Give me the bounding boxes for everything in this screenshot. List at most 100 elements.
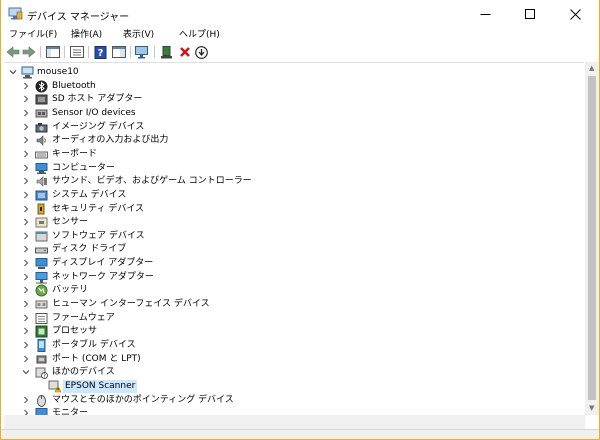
menu-action[interactable]: 操作(A) bbox=[71, 29, 102, 41]
minimize-icon bbox=[480, 13, 491, 15]
chevron-right-icon[interactable] bbox=[22, 300, 30, 308]
tree-category[interactable]: ポート (COM と LPT) bbox=[4, 353, 584, 366]
red-x-icon bbox=[179, 47, 190, 57]
back-button[interactable] bbox=[5, 45, 20, 59]
tree-category[interactable]: キーボード bbox=[4, 148, 584, 161]
chevron-right-icon[interactable] bbox=[22, 341, 30, 349]
tree-category[interactable]: ディスプレイ アダプター bbox=[4, 257, 584, 270]
toolbar-separator bbox=[64, 46, 65, 58]
keyboard-icon bbox=[35, 148, 48, 161]
unknown-device-icon: ? bbox=[35, 366, 48, 380]
tree-category[interactable]: イメージング デバイス bbox=[4, 121, 584, 134]
menu-view[interactable]: 表示(V) bbox=[123, 29, 154, 41]
title-bar: デバイス マネージャー bbox=[1, 0, 599, 28]
sensor-io-icon bbox=[35, 107, 48, 120]
chevron-right-icon[interactable] bbox=[22, 314, 30, 322]
chevron-right-icon[interactable] bbox=[22, 273, 30, 281]
chevron-down-icon[interactable] bbox=[22, 368, 30, 376]
vertical-scrollbar[interactable]: ▲ ▼ bbox=[585, 62, 599, 415]
download-driver-button[interactable] bbox=[194, 45, 209, 59]
bluetooth-icon bbox=[35, 80, 48, 93]
chevron-right-icon[interactable] bbox=[22, 95, 30, 103]
tree-root[interactable]: mouse10 bbox=[4, 66, 584, 79]
action-pane-button[interactable] bbox=[111, 45, 126, 59]
toolbar-separator bbox=[40, 46, 41, 58]
chevron-right-icon[interactable] bbox=[22, 164, 30, 172]
tree-category[interactable]: Bluetooth bbox=[4, 80, 584, 93]
tree-category[interactable]: ? ほかのデバイス bbox=[4, 366, 584, 380]
properties-button[interactable] bbox=[69, 45, 84, 59]
chevron-right-icon[interactable] bbox=[22, 136, 30, 144]
tree-category-label: サウンド、ビデオ、およびゲーム コントローラー bbox=[52, 176, 252, 187]
menu-file[interactable]: ファイル(F) bbox=[9, 29, 57, 41]
chevron-right-icon[interactable] bbox=[22, 286, 30, 294]
chevron-right-icon[interactable] bbox=[22, 109, 30, 117]
action-pane-icon bbox=[111, 46, 126, 58]
chevron-right-icon[interactable] bbox=[22, 232, 30, 240]
network-icon bbox=[35, 271, 48, 284]
minimize-button[interactable] bbox=[463, 0, 508, 28]
tree-category-label: コンピューター bbox=[52, 162, 116, 173]
forward-button[interactable] bbox=[21, 45, 36, 59]
monitor-icon bbox=[35, 407, 48, 415]
tree-category-label: イメージング デバイス bbox=[52, 121, 145, 132]
tree-category[interactable]: オーディオの入力および出力 bbox=[4, 134, 584, 147]
chevron-right-icon[interactable] bbox=[22, 191, 30, 199]
window-title: デバイス マネージャー bbox=[27, 12, 130, 23]
chevron-right-icon[interactable] bbox=[22, 177, 30, 185]
close-button[interactable] bbox=[553, 0, 598, 28]
console-tree-icon bbox=[45, 46, 60, 58]
tree-category[interactable]: モニター bbox=[4, 407, 584, 415]
svg-text:?: ? bbox=[43, 374, 46, 380]
tree-category[interactable]: システム デバイス bbox=[4, 189, 584, 202]
tree-category[interactable]: セキュリティ デバイス bbox=[4, 203, 584, 216]
vertical-scroll-thumb[interactable] bbox=[588, 76, 596, 400]
tree-device[interactable]: EPSON Scanner bbox=[4, 379, 584, 393]
chevron-right-icon[interactable] bbox=[22, 396, 30, 404]
tree-category-label: ディスク ドライブ bbox=[52, 244, 127, 255]
tree-category[interactable]: サウンド、ビデオ、およびゲーム コントローラー bbox=[4, 175, 584, 188]
tree-category[interactable]: ディスク ドライブ bbox=[4, 243, 584, 256]
tree-category[interactable]: マウスとそのほかのポインティング デバイス bbox=[4, 394, 584, 407]
chevron-right-icon[interactable] bbox=[22, 205, 30, 213]
tree-category[interactable]: ネットワーク アダプター bbox=[4, 271, 584, 284]
tree-category-label: センサー bbox=[52, 217, 89, 228]
scroll-up-arrow-icon[interactable]: ▲ bbox=[589, 65, 594, 72]
chevron-right-icon[interactable] bbox=[22, 150, 30, 158]
horizontal-scrollbar[interactable] bbox=[4, 415, 585, 429]
tree-category-label: マウスとそのほかのポインティング デバイス bbox=[52, 394, 234, 405]
tree-category[interactable]: ヒューマン インターフェイス デバイス bbox=[4, 298, 584, 311]
show-hide-console-tree-button[interactable] bbox=[45, 45, 60, 59]
chevron-right-icon[interactable] bbox=[22, 327, 30, 335]
tree-category[interactable]: ポータブル デバイス bbox=[4, 339, 584, 352]
scan-hardware-button[interactable] bbox=[135, 45, 150, 59]
tree-category[interactable]: バッテリ bbox=[4, 284, 584, 297]
sound-icon bbox=[35, 175, 48, 188]
chevron-right-icon[interactable] bbox=[22, 259, 30, 267]
menu-help[interactable]: ヘルプ(H) bbox=[179, 29, 220, 41]
chevron-right-icon[interactable] bbox=[22, 355, 30, 363]
tree-device-label: EPSON Scanner bbox=[63, 379, 138, 393]
update-driver-button[interactable] bbox=[159, 45, 174, 59]
firmware-icon bbox=[35, 312, 48, 325]
tree-category[interactable]: Sensor I/O devices bbox=[4, 107, 584, 120]
tree-category[interactable]: コンピューター bbox=[4, 162, 584, 175]
chevron-right-icon[interactable] bbox=[22, 123, 30, 131]
maximize-button[interactable] bbox=[508, 0, 553, 28]
processor-icon bbox=[35, 325, 48, 338]
tree-category-label: セキュリティ デバイス bbox=[52, 203, 145, 214]
chevron-right-icon[interactable] bbox=[22, 245, 30, 253]
chevron-right-icon[interactable] bbox=[22, 82, 30, 90]
tree-category[interactable]: ファームウェア bbox=[4, 312, 584, 325]
tree-category[interactable]: SD ホスト アダプター bbox=[4, 93, 584, 106]
tree-category-label: ほかのデバイス bbox=[52, 367, 115, 378]
chevron-down-icon[interactable] bbox=[9, 68, 17, 76]
tree-category[interactable]: プロセッサ bbox=[4, 325, 584, 338]
chevron-right-icon[interactable] bbox=[22, 218, 30, 226]
tree-category[interactable]: センサー bbox=[4, 216, 584, 229]
uninstall-device-button[interactable] bbox=[177, 45, 192, 59]
scroll-down-arrow-icon[interactable]: ▼ bbox=[589, 405, 594, 412]
help-button[interactable]: ? bbox=[93, 45, 108, 59]
tree-category-label: バッテリ bbox=[52, 285, 89, 296]
tree-category[interactable]: ソフトウェア デバイス bbox=[4, 230, 584, 243]
